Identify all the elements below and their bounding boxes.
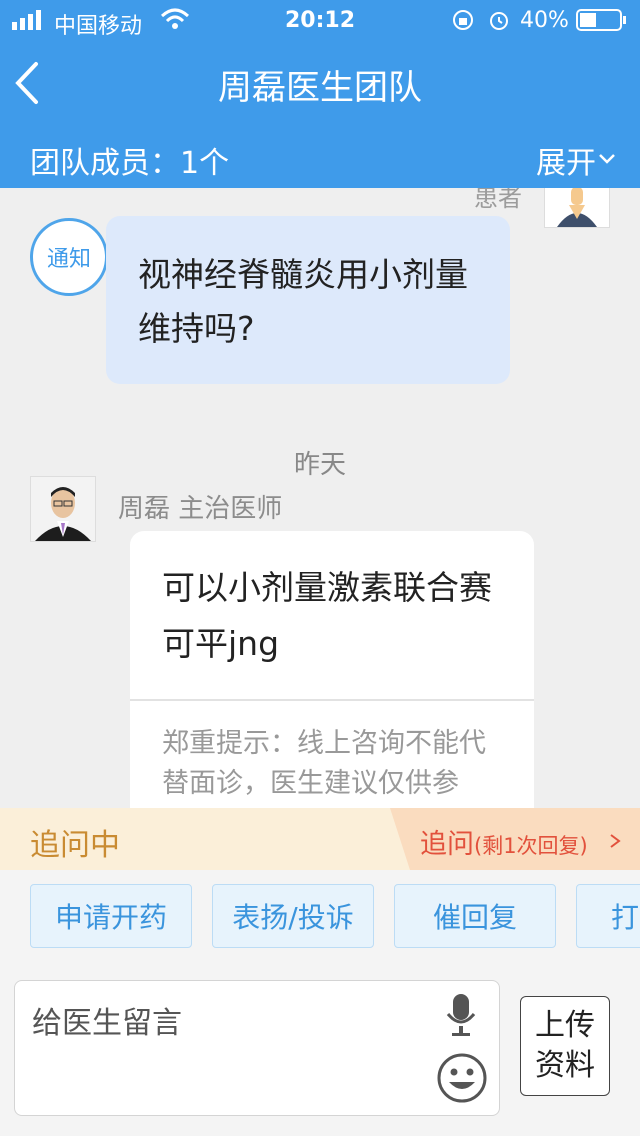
patient-message-text: 视神经脊髓炎用小剂量维持吗?: [138, 255, 468, 348]
bubble-divider: [130, 699, 534, 701]
chevron-right-icon[interactable]: [608, 834, 622, 848]
team-members-label: 团队成员：1个: [30, 146, 230, 181]
status-bar: 中国移动 20:12 40%: [0, 0, 640, 40]
follow-up-label: 追问: [420, 829, 474, 860]
quick-actions: 申请开药 表扬/投诉 催回复 打: [0, 870, 640, 961]
page-title: 周磊医生团队: [218, 68, 422, 108]
inquiry-status: 追问中: [30, 828, 120, 863]
expand-button[interactable]: 展开: [536, 138, 596, 182]
doctor-photo: [31, 477, 95, 541]
inquiry-bar: 追问中 追问(剩1次回复): [0, 808, 640, 870]
chat-area[interactable]: 患者 通知 视神经脊髓炎用小剂量维持吗? 昨天 周磊 主治医师 可以小剂量激素联…: [0, 188, 640, 808]
message-placeholder: 给医生留言: [32, 1006, 182, 1041]
upload-files-button[interactable]: 上传 资料: [520, 996, 610, 1096]
rotation-lock-icon: [453, 10, 473, 30]
disclaimer-hint: 郑重提示：线上咨询不能代替面诊，医生建议仅供参考！: [162, 728, 486, 799]
doctor-name-label: 周磊 主治医师: [118, 494, 283, 524]
urge-reply-button[interactable]: 催回复: [394, 884, 556, 948]
battery-percent: 40%: [520, 8, 569, 33]
microphone-icon[interactable]: [444, 992, 478, 1038]
upload-label-2: 资料: [535, 1048, 595, 1083]
doctor-avatar[interactable]: [30, 476, 96, 542]
notice-badge: 通知: [30, 218, 108, 296]
patient-label: 患者: [474, 188, 522, 212]
upload-label-1: 上传: [535, 1008, 595, 1043]
doctor-message-text: 可以小剂量激素联合赛可平jng: [162, 568, 492, 663]
alarm-icon: [490, 12, 508, 30]
top-bar: 中国移动 20:12 40% 周磊医生团队 团队成员：1个 展开: [0, 0, 640, 188]
patient-avatar-icon: [545, 188, 609, 227]
chevron-down-icon[interactable]: [598, 150, 616, 168]
date-divider: 昨天: [293, 450, 346, 480]
more-action-button[interactable]: 打: [576, 884, 640, 948]
follow-up-button[interactable]: 追问(剩1次回复): [420, 822, 588, 861]
input-bar: 给医生留言 上传 资料: [0, 960, 640, 1136]
follow-up-remaining: (剩1次回复): [474, 834, 588, 858]
emoji-icon[interactable]: [436, 1052, 488, 1104]
request-medicine-button[interactable]: 申请开药: [30, 884, 192, 948]
patient-avatar: [544, 188, 610, 228]
battery-icon: [576, 9, 626, 31]
praise-complaint-button[interactable]: 表扬/投诉: [212, 884, 374, 948]
